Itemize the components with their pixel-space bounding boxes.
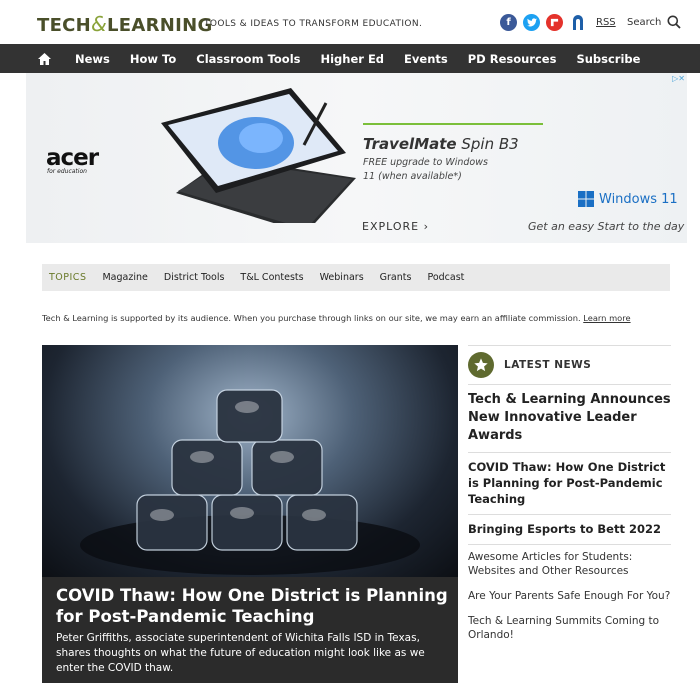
- news-item[interactable]: Are Your Parents Safe Enough For You?: [468, 584, 671, 609]
- ad-choices-icon[interactable]: ▷✕: [672, 74, 685, 83]
- facebook-icon[interactable]: f: [500, 14, 517, 31]
- news-item[interactable]: Bringing Esports to Bett 2022: [468, 515, 671, 545]
- nav-item-subscribe[interactable]: Subscribe: [576, 52, 640, 66]
- laptop-image: [161, 88, 356, 223]
- search-label: Search: [627, 16, 662, 28]
- nav-item-events[interactable]: Events: [404, 52, 448, 66]
- rss-link[interactable]: RSS: [596, 17, 616, 28]
- search-button[interactable]: Search: [627, 15, 681, 29]
- star-icon: [468, 352, 494, 378]
- logo-text-tech: TECH: [37, 15, 92, 36]
- latest-news-heading: LATEST NEWS: [504, 359, 592, 371]
- latest-news-panel: LATEST NEWS Tech & Learning Announces Ne…: [468, 345, 671, 648]
- hero-title[interactable]: COVID Thaw: How One District is Planning…: [56, 585, 451, 627]
- podcast-icon[interactable]: [569, 14, 586, 31]
- logo-ampersand: &: [91, 12, 107, 36]
- nav-item-how-to[interactable]: How To: [130, 52, 176, 66]
- ad-subtitle: FREE upgrade to Windows 11 (when availab…: [363, 157, 488, 182]
- ad-title: TravelMate Spin B3: [363, 135, 519, 153]
- nav-item-classroom-tools[interactable]: Classroom Tools: [196, 52, 300, 66]
- topic-magazine[interactable]: Magazine: [102, 272, 147, 283]
- learn-more-link[interactable]: Learn more: [583, 313, 630, 323]
- latest-news-header: LATEST NEWS: [468, 345, 671, 385]
- news-item[interactable]: Tech & Learning Summits Coming to Orland…: [468, 609, 671, 648]
- ad-explore-link[interactable]: EXPLORE ›: [362, 220, 429, 233]
- flipboard-icon[interactable]: [546, 14, 563, 31]
- topic-tl-contests[interactable]: T&L Contests: [240, 272, 303, 283]
- topic-district-tools[interactable]: District Tools: [164, 272, 225, 283]
- site-logo[interactable]: TECH&LEARNING: [37, 12, 213, 36]
- topic-grants[interactable]: Grants: [380, 272, 412, 283]
- logo-text-learning: LEARNING: [106, 15, 213, 36]
- news-item[interactable]: Awesome Articles for Students: Websites …: [468, 545, 671, 584]
- hero-image: [42, 345, 458, 577]
- topics-label: TOPICS: [49, 272, 87, 283]
- nav-item-pd-resources[interactable]: PD Resources: [468, 52, 557, 66]
- site-header: TECH&LEARNING TOOLS & IDEAS TO TRANSFORM…: [0, 0, 700, 44]
- ad-accent-bar: [363, 123, 543, 125]
- search-icon: [667, 15, 681, 29]
- home-icon[interactable]: [33, 44, 55, 73]
- nav-item-higher-ed[interactable]: Higher Ed: [320, 52, 384, 66]
- site-tagline: TOOLS & IDEAS TO TRANSFORM EDUCATION.: [204, 19, 423, 29]
- ad-banner[interactable]: ▷✕ acer for education TravelMate Spin B3…: [26, 73, 687, 243]
- ad-tagline: Get an easy Start to the day: [528, 220, 685, 233]
- twitter-icon[interactable]: [523, 14, 540, 31]
- hero-description: Peter Griffiths, associate superintenden…: [56, 632, 425, 674]
- social-links: f RSS: [500, 14, 616, 31]
- windows-logo: Windows 11: [578, 191, 678, 207]
- topics-bar: TOPICS Magazine District Tools T&L Conte…: [42, 264, 670, 291]
- main-nav: News How To Classroom Tools Higher Ed Ev…: [0, 44, 700, 73]
- news-item[interactable]: COVID Thaw: How One District is Planning…: [468, 453, 671, 515]
- topic-webinars[interactable]: Webinars: [320, 272, 364, 283]
- windows-icon: [578, 191, 594, 207]
- acer-logo-sub: for education: [47, 168, 87, 175]
- nav-item-news[interactable]: News: [75, 52, 110, 66]
- hero-article[interactable]: COVID Thaw: How One District is Planning…: [42, 345, 458, 683]
- affiliate-disclaimer: Tech & Learning is supported by its audi…: [42, 313, 631, 323]
- news-item[interactable]: Tech & Learning Announces New Innovative…: [468, 385, 671, 453]
- topic-podcast[interactable]: Podcast: [427, 272, 464, 283]
